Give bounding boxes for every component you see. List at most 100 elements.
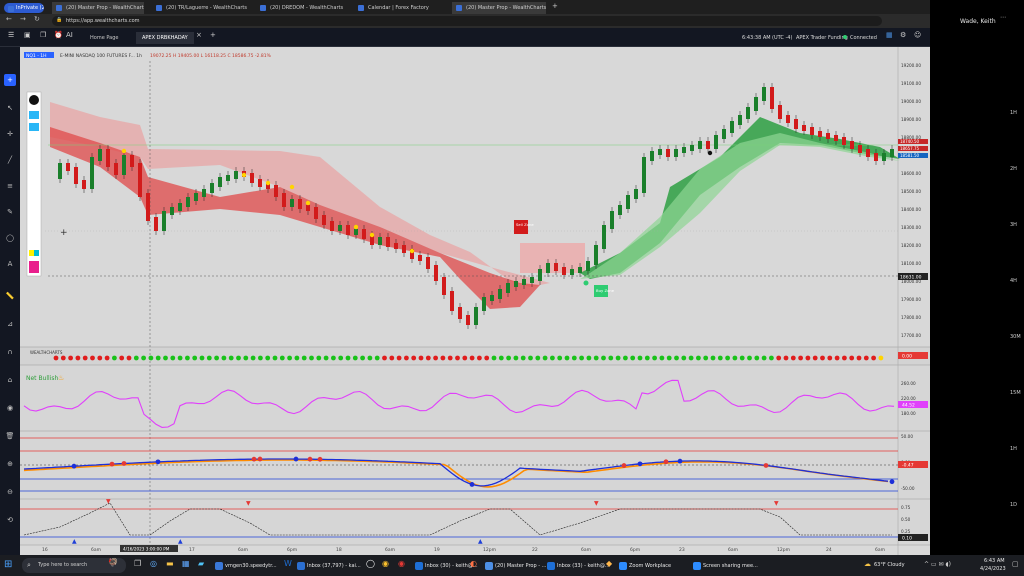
browser-tab-1[interactable]: (20) Master Prop - WealthCharts	[52, 2, 144, 14]
notification-icon[interactable]: ▢	[1012, 560, 1019, 568]
toolbox-lightbulb-icon[interactable]	[29, 95, 39, 105]
measure-icon[interactable]: ⊿	[4, 318, 16, 330]
layout-icon[interactable]: ▣	[24, 31, 31, 39]
candle-body	[314, 207, 318, 219]
zoom-out-icon[interactable]: ⊖	[4, 486, 16, 498]
signal-dot	[112, 355, 117, 361]
new-tab-icon[interactable]: +	[552, 2, 558, 10]
replay-icon[interactable]: ⟲	[4, 514, 16, 526]
chrome-icon[interactable]: ◉	[382, 559, 389, 568]
toolbox-cursor-icon[interactable]	[29, 123, 39, 131]
signal-dot	[856, 355, 862, 361]
crosshair-cursor-icon: +	[60, 228, 68, 238]
windows-start-icon[interactable]: ⊞	[4, 559, 12, 570]
signal-dot	[666, 355, 672, 361]
browser-tab-2[interactable]: (20) TR/Laguerre - WealthCharts	[152, 2, 250, 14]
browser-tab-5[interactable]: (20) Master Prop - WealthCharts	[452, 2, 546, 14]
osc2-cross-dot	[121, 461, 127, 466]
alert-icon[interactable]: ⏰	[54, 31, 63, 39]
copy-icon[interactable]: ❐	[40, 31, 46, 39]
lock-drawing-icon[interactable]: ⌂	[4, 374, 16, 386]
word-icon[interactable]: W	[284, 559, 292, 568]
back-icon[interactable]: ←	[6, 15, 12, 23]
toolbox-color-swatch[interactable]	[29, 261, 39, 273]
candle-body	[506, 283, 510, 293]
price-tick: 19000.00	[901, 99, 921, 104]
osc3-arrow-icon: ▼	[106, 498, 111, 505]
inprivate-profile-badge[interactable]: InPrivate (2)	[4, 3, 44, 13]
trash-icon[interactable]: 🗑	[4, 430, 16, 442]
osc3-arrow-icon: ▼	[594, 500, 599, 507]
app-icon-2[interactable]: ◯	[366, 559, 375, 568]
candle-body	[786, 115, 790, 123]
task-view-icon[interactable]: ❐	[134, 559, 141, 568]
taskbar-item-vmgen[interactable]: vmgen30.speedytr...	[214, 559, 277, 573]
tab-home-page[interactable]: Home Page	[84, 32, 124, 44]
osc2-value: -0.47	[902, 463, 914, 469]
candle-body	[618, 205, 622, 215]
add-tab-icon[interactable]: +	[210, 31, 216, 39]
close-tab-icon[interactable]: ×	[196, 31, 202, 39]
app-icon-4[interactable]: ◐	[470, 559, 477, 568]
edge-icon[interactable]: ◎	[150, 559, 157, 568]
candle-body	[82, 180, 86, 189]
ruler-icon[interactable]: 📏	[4, 290, 16, 302]
signal-dot	[732, 355, 738, 361]
taskbar-item-inbox-3[interactable]: Inbox (33) - keith@...	[546, 559, 610, 573]
magnet-icon[interactable]: ∩	[4, 346, 16, 358]
add-indicator-icon[interactable]: +	[4, 74, 16, 86]
forward-icon[interactable]: →	[20, 15, 26, 23]
app-icon-1[interactable]: ▰	[198, 559, 204, 568]
explorer-icon[interactable]: ▬	[166, 559, 174, 568]
zoom-in-icon[interactable]: ⊕	[4, 458, 16, 470]
crosshair-icon[interactable]: ✛	[4, 128, 16, 140]
signal-dot	[119, 355, 125, 361]
settings-icon[interactable]: ⚙	[900, 31, 906, 39]
participant-menu-icon[interactable]: ⋯	[1000, 14, 1006, 21]
taskbar-item-master-prop[interactable]: (20) Master Prop - ...	[484, 559, 546, 573]
toolbox-eye-icon[interactable]	[29, 111, 39, 119]
address-bar[interactable]: https://app.wealthcharts.com	[52, 16, 882, 26]
chart-canvas[interactable]: NQ1 - 1H E-MINI NASDAQ 100 FUTURES F... …	[20, 47, 930, 555]
eye-icon[interactable]: ◉	[4, 402, 16, 414]
taskbar-item-screen-sharing[interactable]: Screen sharing mee...	[692, 559, 758, 573]
user-icon[interactable]: ☺	[914, 31, 921, 39]
signal-dot	[871, 355, 876, 361]
taskbar-item-zoom[interactable]: Zoom Workplace	[618, 559, 671, 573]
menu-icon[interactable]: ☰	[8, 31, 14, 39]
candle-body	[338, 225, 342, 231]
store-icon[interactable]: ▦	[182, 559, 190, 568]
trendline-icon[interactable]: ╱	[4, 154, 16, 166]
text-icon[interactable]: A	[4, 258, 16, 270]
candle-body	[98, 149, 102, 161]
candle-body	[138, 163, 142, 197]
signal-dot	[542, 355, 548, 361]
refresh-icon[interactable]: ↻	[34, 15, 40, 23]
side-panel-label: 1H	[1010, 446, 1017, 452]
brush-icon[interactable]: ✎	[4, 206, 16, 218]
candle-body	[682, 147, 686, 153]
signal-dot	[528, 355, 533, 361]
taskbar-item-inbox-2[interactable]: Inbox (30) - keith@...	[414, 559, 478, 573]
taskbar-item-inbox-1[interactable]: Inbox (37,797) - kai...	[296, 559, 361, 573]
shapes-icon[interactable]: ◯	[4, 232, 16, 244]
signal-dot	[761, 355, 767, 361]
account-name[interactable]: APEX Trader Funding	[796, 35, 848, 41]
app-icon-3[interactable]: ◉	[398, 559, 405, 568]
tray-icons[interactable]: ^ ▭ ✉ ◖)	[924, 561, 951, 568]
browser-tab-3[interactable]: (20) DREDOM - WealthCharts	[256, 2, 348, 14]
browser-tab-4[interactable]: Calendar | Forex Factory	[354, 2, 446, 14]
tab-apex-drbkhaday[interactable]: APEX DRBKHADAY	[136, 32, 194, 44]
yellow-signal-dot	[409, 248, 415, 254]
ai-icon[interactable]: AI	[66, 31, 73, 39]
black-signal-dot	[707, 150, 713, 156]
app-icon-5[interactable]: ◆	[606, 559, 612, 568]
signal-dot	[491, 355, 497, 361]
candle-body	[794, 119, 798, 129]
fib-icon[interactable]: ≡	[4, 180, 16, 192]
signal-dot	[396, 355, 402, 361]
chart-area[interactable]: NQ1 - 1H E-MINI NASDAQ 100 FUTURES F... …	[20, 47, 930, 555]
cursor-icon[interactable]: ↖	[4, 102, 16, 114]
save-icon[interactable]: ▦	[886, 31, 893, 39]
signal-dot	[382, 355, 387, 361]
